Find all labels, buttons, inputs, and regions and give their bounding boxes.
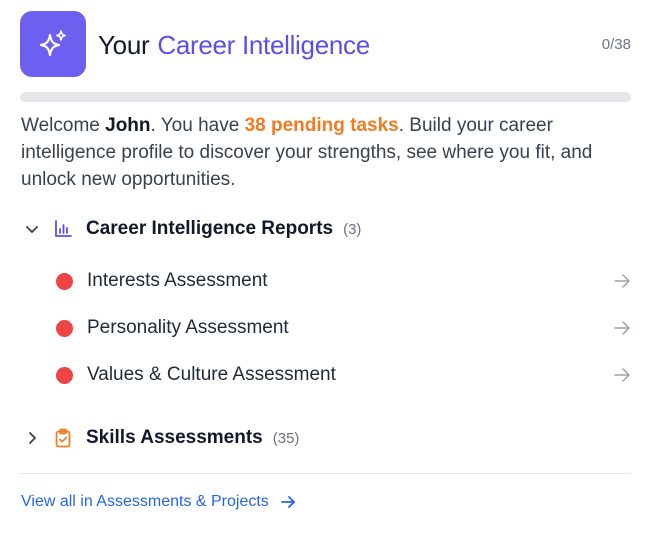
section-career-reports[interactable]: Career Intelligence Reports (3): [22, 215, 361, 243]
pending-tasks: 38 pending tasks: [244, 115, 399, 136]
progress-count: 0/38: [601, 36, 631, 53]
list-item-interests[interactable]: Interests Assessment: [56, 267, 632, 295]
item-label: Interests Assessment: [87, 270, 268, 291]
arrow-right-icon[interactable]: [612, 318, 632, 338]
title-prefix: Your: [98, 30, 150, 60]
section-count: (3): [343, 220, 362, 238]
list-item-values-culture[interactable]: Values & Culture Assessment: [56, 361, 632, 389]
user-name: John: [105, 115, 151, 136]
header: Your Career Intelligence 0/38: [20, 10, 631, 77]
status-dot: [56, 272, 73, 290]
bar-chart-icon: [52, 218, 74, 240]
arrow-right-icon: [280, 496, 295, 508]
page-title: Your Career Intelligence: [98, 29, 370, 61]
section-count: (35): [272, 429, 300, 447]
view-all-link[interactable]: View all in Assessments & Projects: [21, 493, 297, 511]
item-label: Personality Assessment: [87, 317, 289, 338]
section-skills-assessments[interactable]: Skills Assessments (35): [22, 424, 299, 452]
section-label: Career Intelligence Reports: [86, 218, 334, 239]
view-all-label: View all in Assessments & Projects: [21, 493, 269, 510]
chevron-down-icon[interactable]: [22, 222, 42, 236]
arrow-right-icon[interactable]: [612, 271, 632, 291]
welcome-text-1: Welcome: [21, 115, 106, 136]
status-dot: [56, 319, 73, 337]
title-highlight: Career Intelligence: [157, 30, 370, 60]
progress-bar: [20, 92, 631, 102]
item-label: Values & Culture Assessment: [87, 364, 336, 385]
divider: [20, 473, 631, 474]
section-label: Skills Assessments: [86, 427, 263, 448]
clipboard-check-icon: [52, 427, 74, 449]
chevron-right-icon[interactable]: [22, 431, 42, 445]
arrow-right-icon[interactable]: [612, 365, 632, 385]
welcome-message: Welcome John. You have 38 pending tasks.…: [21, 112, 621, 193]
welcome-text-2: . You have: [150, 115, 245, 136]
status-dot: [56, 366, 73, 384]
list-item-personality[interactable]: Personality Assessment: [56, 314, 632, 342]
sparkles-icon: [20, 11, 86, 77]
